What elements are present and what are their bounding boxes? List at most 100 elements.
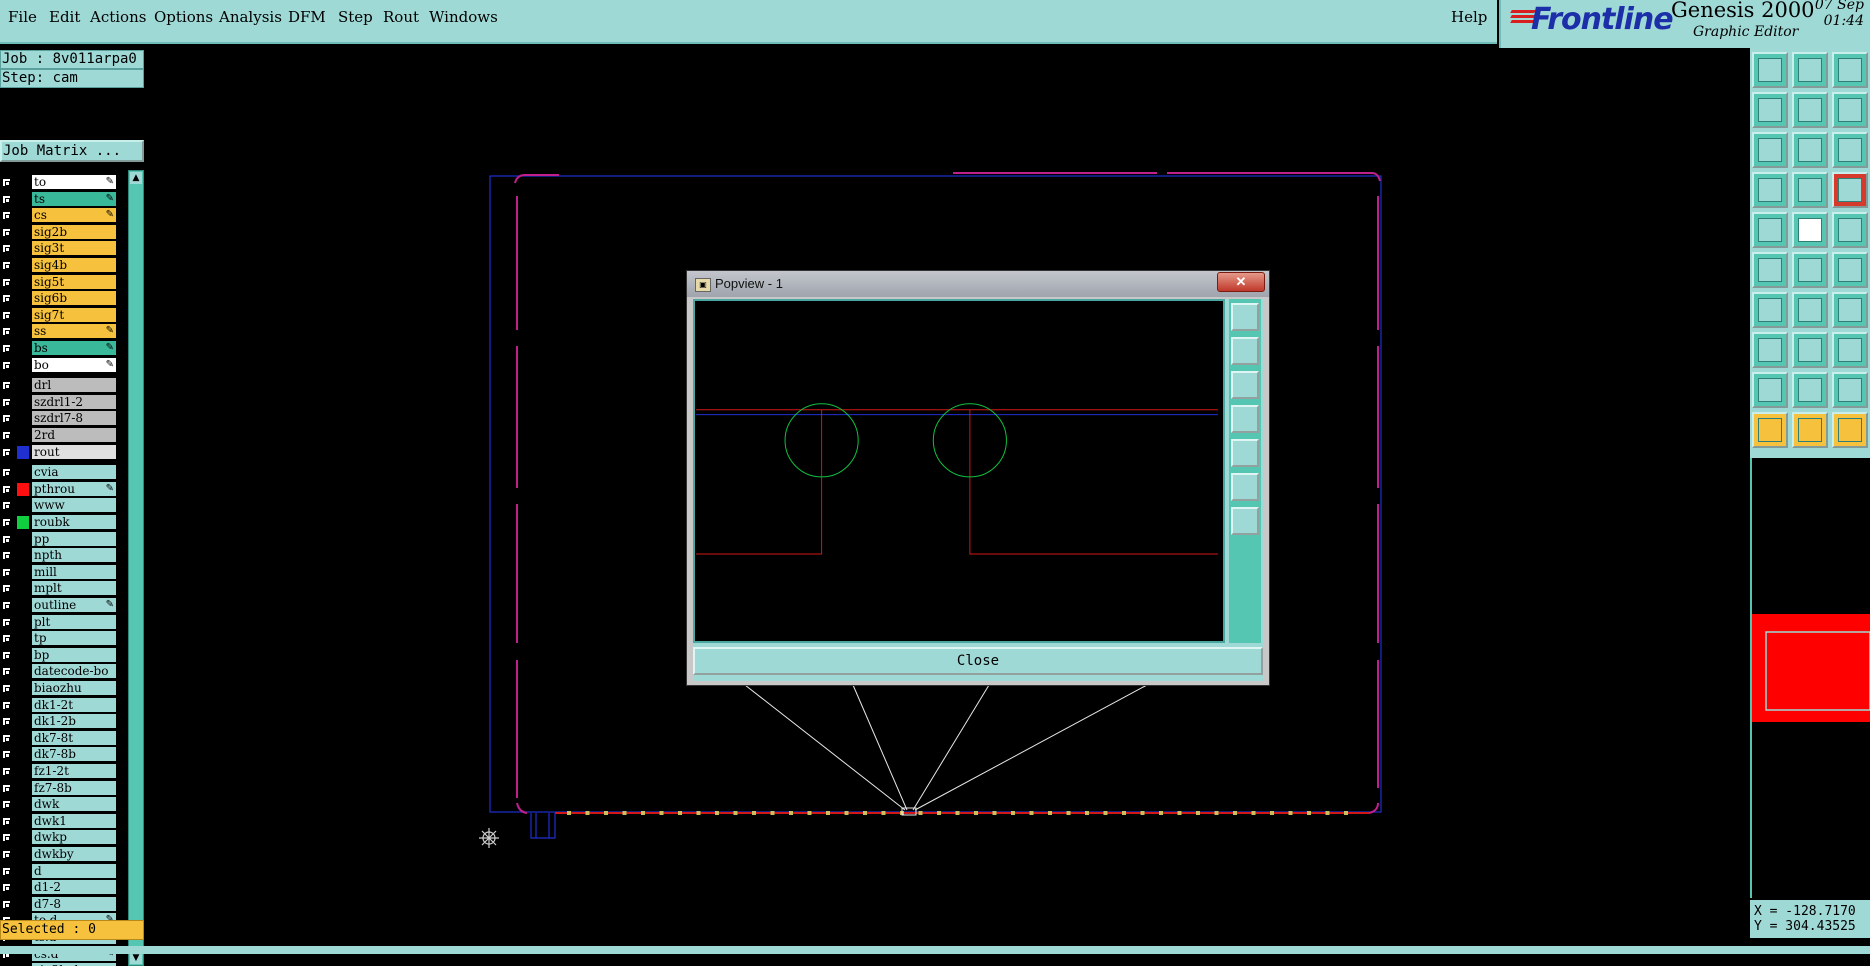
layer-name[interactable]: d bbox=[32, 863, 116, 878]
menu-analysis[interactable]: Analysis bbox=[219, 8, 282, 26]
layer-row[interactable]: pthrou ✎ bbox=[0, 481, 118, 497]
layer-row[interactable]: dwk bbox=[0, 796, 118, 812]
layer-row[interactable]: sig2b bbox=[0, 224, 118, 240]
cross-icon[interactable] bbox=[1792, 252, 1828, 288]
layer-row[interactable]: sig4b bbox=[0, 257, 118, 273]
layer-color-swatch[interactable] bbox=[17, 429, 29, 442]
snap-icon[interactable] bbox=[1792, 172, 1828, 208]
layer-color-swatch[interactable] bbox=[17, 242, 29, 256]
layer-checkbox[interactable] bbox=[2, 381, 11, 391]
overview-map[interactable] bbox=[1750, 458, 1870, 898]
layer-color-swatch[interactable] bbox=[17, 499, 29, 513]
layer-color-swatch[interactable] bbox=[17, 881, 29, 895]
zoom-home-icon[interactable] bbox=[1231, 303, 1259, 331]
layer-name[interactable]: szdrl1-2 bbox=[32, 394, 116, 409]
layer-checkbox[interactable] bbox=[2, 431, 11, 440]
layer-color-swatch[interactable] bbox=[17, 192, 29, 206]
zoom-in-icon[interactable] bbox=[1231, 473, 1259, 501]
layer-checkbox[interactable] bbox=[2, 700, 11, 710]
layer-checkbox[interactable] bbox=[2, 360, 11, 370]
layer-row[interactable]: dwk1 bbox=[0, 813, 118, 829]
layer-row[interactable]: dk1-2t bbox=[0, 697, 118, 713]
layer-color-swatch[interactable] bbox=[17, 665, 29, 679]
menu-rout[interactable]: Rout bbox=[383, 8, 419, 26]
layer-row[interactable]: mill bbox=[0, 564, 118, 580]
layer-row[interactable]: dk7-8b bbox=[0, 746, 118, 762]
layer-row[interactable]: szdrl7-8 bbox=[0, 410, 118, 426]
layer-row[interactable]: www bbox=[0, 497, 118, 513]
layer-checkbox[interactable] bbox=[2, 344, 11, 353]
layer-row[interactable]: cvia bbox=[0, 464, 118, 480]
layer-checkbox[interactable] bbox=[2, 194, 11, 204]
zoom-fit-icon[interactable] bbox=[1752, 132, 1788, 168]
move-left-icon[interactable] bbox=[1752, 92, 1788, 128]
layer-name[interactable]: sig3t bbox=[32, 241, 116, 256]
layer-checkbox[interactable] bbox=[2, 518, 11, 527]
layer-row[interactable]: sig5t bbox=[0, 274, 118, 290]
layer-checkbox[interactable] bbox=[2, 767, 11, 776]
layer-color-swatch[interactable] bbox=[17, 615, 29, 629]
layer-color-swatch[interactable] bbox=[17, 682, 29, 695]
layer-name[interactable]: dwk1 bbox=[32, 813, 116, 828]
layer-color-swatch[interactable] bbox=[17, 632, 29, 646]
move-right-icon[interactable] bbox=[1792, 92, 1828, 128]
layer-name[interactable]: d7-8 bbox=[32, 896, 116, 911]
layer-checkbox[interactable] bbox=[2, 277, 11, 287]
layer-row[interactable]: drl bbox=[0, 377, 118, 393]
layer-name[interactable]: bo ✎ bbox=[32, 357, 116, 372]
menu-file[interactable]: File bbox=[8, 8, 37, 26]
layer-checkbox[interactable] bbox=[2, 899, 11, 909]
layer-checkbox[interactable] bbox=[2, 468, 11, 478]
layer-name[interactable]: rout bbox=[32, 444, 116, 459]
layer-color-swatch[interactable] bbox=[17, 176, 29, 189]
layer-scrollbar[interactable]: ▲ ▼ bbox=[128, 170, 144, 966]
close-icon[interactable]: ✕ bbox=[1217, 272, 1265, 292]
layer-color-swatch[interactable] bbox=[17, 549, 29, 563]
layer-checkbox[interactable] bbox=[2, 667, 11, 677]
menu-windows[interactable]: Windows bbox=[429, 8, 498, 26]
layer-name[interactable]: dwkp bbox=[32, 830, 116, 845]
triangle-a-icon[interactable] bbox=[1752, 372, 1788, 408]
layer-checkbox[interactable] bbox=[2, 584, 11, 594]
layer-checkbox[interactable] bbox=[2, 261, 11, 270]
layer-row[interactable]: dwkby bbox=[0, 846, 118, 862]
menu-step[interactable]: Step bbox=[338, 8, 373, 26]
layer-name[interactable]: biaozhu bbox=[32, 681, 116, 695]
layer-name[interactable]: sig4b bbox=[32, 258, 116, 272]
layer-color-swatch[interactable] bbox=[17, 897, 29, 911]
pointer-icon[interactable] bbox=[1752, 412, 1788, 448]
layers-icon[interactable] bbox=[1832, 172, 1868, 208]
triangle-c-icon[interactable] bbox=[1832, 372, 1868, 408]
layer-color-swatch[interactable] bbox=[17, 225, 29, 239]
layer-name[interactable]: mill bbox=[32, 564, 116, 579]
layer-row[interactable]: ts ✎ bbox=[0, 191, 118, 207]
layer-checkbox[interactable] bbox=[2, 717, 11, 727]
undo-icon[interactable] bbox=[1832, 92, 1868, 128]
layer-color-swatch[interactable] bbox=[17, 864, 29, 878]
menu-actions[interactable]: Actions bbox=[90, 8, 146, 26]
layer-name[interactable]: npth bbox=[32, 548, 116, 563]
layer-color-swatch[interactable] bbox=[17, 379, 29, 393]
layer-name[interactable]: sig5t bbox=[32, 274, 116, 289]
layer-checkbox[interactable] bbox=[2, 684, 11, 693]
layer-row[interactable]: fz1-2t bbox=[0, 763, 118, 779]
layer-name[interactable]: pp bbox=[32, 531, 116, 546]
layer-row[interactable]: biaozhu bbox=[0, 680, 118, 696]
layer-checkbox[interactable] bbox=[2, 397, 11, 407]
open-layer-icon[interactable] bbox=[1752, 52, 1788, 88]
layer-color-swatch[interactable] bbox=[17, 781, 29, 795]
layer-color-swatch[interactable] bbox=[17, 582, 29, 596]
layer-row[interactable]: d1-2 bbox=[0, 879, 118, 895]
layer-checkbox[interactable] bbox=[2, 310, 11, 320]
layer-name[interactable]: dk7-8b bbox=[32, 747, 116, 762]
layer-row[interactable]: npth bbox=[0, 547, 118, 563]
layer-checkbox[interactable] bbox=[2, 501, 11, 511]
layer-row[interactable]: plt bbox=[0, 614, 118, 630]
layer-color-swatch[interactable] bbox=[17, 412, 29, 426]
layer-row[interactable]: bo ✎ bbox=[0, 357, 118, 373]
layer-row[interactable]: datecode-bo bbox=[0, 663, 118, 679]
layer-color-swatch[interactable] bbox=[17, 308, 29, 322]
pointer-edit-icon[interactable] bbox=[1832, 412, 1868, 448]
layer-checkbox[interactable] bbox=[2, 733, 11, 743]
layer-checkbox[interactable] bbox=[2, 294, 11, 304]
